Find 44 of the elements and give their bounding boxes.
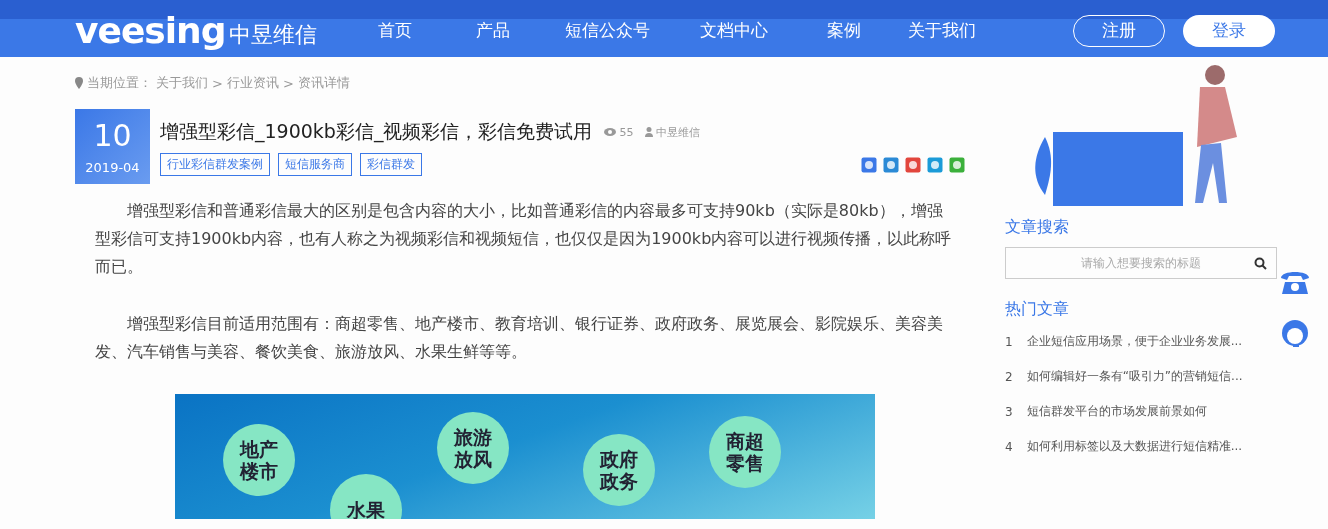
- article-paragraph: 增强型彩信目前适用范围有：商超零售、地产楼市、教育培训、银行证券、政府政务、展览展会、影院娱乐、美容美发、汽车销售与美容、餐饮美食、旅游放风、水果生鲜等等。: [95, 313, 944, 363]
- logo[interactable]: veesing 中昱维信: [75, 12, 345, 49]
- eye-icon: [604, 128, 617, 136]
- article-title: 增强型彩信_1900kb彩信_视频彩信，彩信免费试用: [160, 119, 593, 145]
- breadcrumb-separator: >: [212, 75, 223, 91]
- location-pin-icon: [75, 77, 83, 89]
- person-icon: [645, 127, 654, 137]
- breadcrumb-label: 当期位置：: [87, 74, 152, 92]
- share-icon[interactable]: [949, 156, 965, 173]
- search-field[interactable]: 请输入想要搜索的标题: [1005, 247, 1277, 279]
- hot-article-link[interactable]: 1 企业短信应用场景，便于企业业务发展...: [1005, 324, 1277, 359]
- tag-link[interactable]: 短信服务商: [278, 153, 352, 176]
- category-label: 政府政务: [583, 434, 655, 506]
- category-label: 地产楼市: [223, 424, 295, 496]
- author-name: 中昱维信: [656, 124, 701, 140]
- date-badge: 10 2019-04: [75, 109, 150, 184]
- share-icon[interactable]: [883, 156, 899, 173]
- hot-article-link[interactable]: 2 如何编辑好一条有“吸引力”的营销短信...: [1005, 359, 1277, 394]
- breadcrumb-link[interactable]: 行业资讯: [226, 74, 279, 92]
- tag-link[interactable]: 行业彩信群发案例: [160, 153, 270, 176]
- nav-link[interactable]: 关于我们: [892, 19, 992, 42]
- nav-link[interactable]: 短信公众号: [541, 19, 673, 42]
- view-count: 55: [619, 125, 634, 139]
- breadcrumb-link[interactable]: 关于我们: [156, 74, 208, 92]
- category-label: 旅游放风: [437, 412, 509, 484]
- hot-article-link[interactable]: 4 如何利用标签以及大数据进行短信精准...: [1005, 429, 1277, 464]
- breadcrumb-link[interactable]: 资讯详情: [297, 74, 350, 92]
- search-icon[interactable]: [1254, 257, 1267, 270]
- section-title: 热门文章: [1005, 299, 1070, 320]
- nav-link[interactable]: 案例: [794, 19, 894, 42]
- nav-link[interactable]: 产品: [443, 19, 543, 42]
- nav-link[interactable]: 文档中心: [671, 19, 796, 42]
- login-button[interactable]: 登录: [1183, 14, 1275, 47]
- section-title: 文章搜索: [1005, 217, 1070, 238]
- share-icon[interactable]: [927, 156, 943, 173]
- tag-link[interactable]: 彩信群发: [360, 153, 422, 176]
- hot-article-link[interactable]: 3 短信群发平台的市场发展前景如何: [1005, 394, 1277, 429]
- nav-link[interactable]: 首页: [345, 19, 445, 42]
- article-paragraph: 增强型彩信和普通彩信最大的区别是包含内容的大小，比如普通彩信的内容最多可支持90kb（实际是80kb），增强型彩信可支持1900kb内容，也有人称之为视频彩信和视频短信，也仅仅是因为1900kb内容可以进行视频传播，以此称呼而已。: [95, 200, 953, 278]
- breadcrumb-separator: >: [282, 75, 294, 91]
- share-icon[interactable]: [905, 156, 921, 173]
- category-label: 水果: [330, 474, 402, 519]
- share-icon[interactable]: [861, 156, 877, 173]
- category-label: 商超零售: [709, 416, 781, 488]
